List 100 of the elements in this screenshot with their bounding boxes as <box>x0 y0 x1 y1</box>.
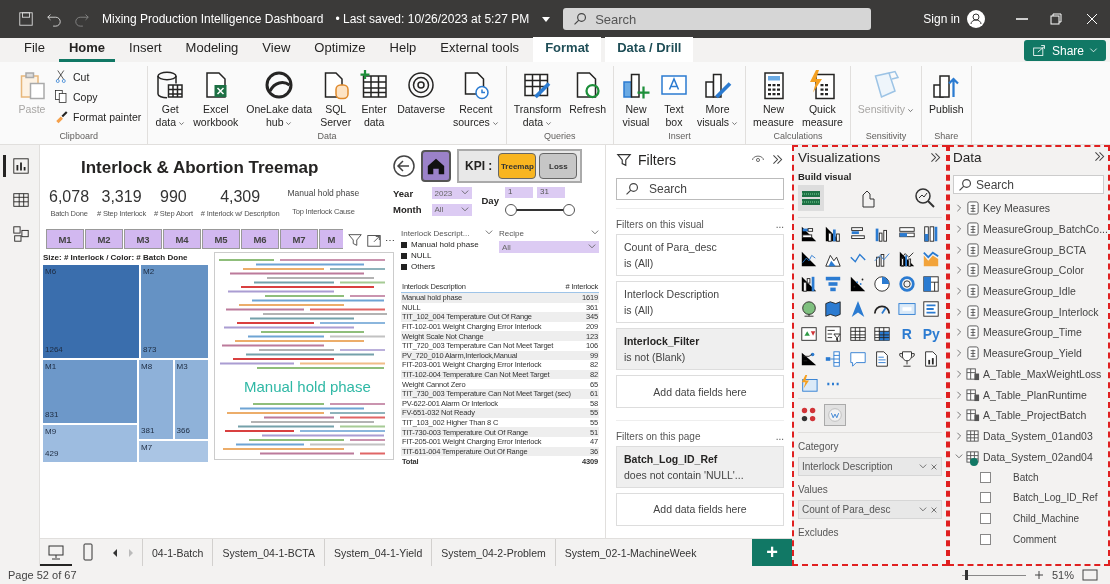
home-button[interactable] <box>421 150 451 182</box>
range-slider[interactable] <box>504 204 575 216</box>
treemap-tile[interactable]: M8 381 <box>139 360 173 439</box>
copy-button[interactable]: Copy <box>52 88 144 105</box>
field-pill[interactable]: Interlock Description <box>798 457 942 476</box>
filter-card[interactable]: Count of Para_desc is (All) <box>616 234 784 276</box>
matrix-button[interactable] <box>872 324 893 344</box>
checkbox[interactable] <box>980 471 991 483</box>
filter-card[interactable]: Interlock_Filter is not (Blank) <box>616 328 784 370</box>
recipe-dropdown[interactable]: All <box>499 241 599 253</box>
ribbon-tab[interactable]: Insert <box>119 37 172 62</box>
ribbon-tab[interactable]: Data / Drill <box>605 37 694 62</box>
drop-zone[interactable]: Add data fields here <box>616 375 784 408</box>
switch-option[interactable]: Treemap <box>498 153 537 179</box>
more-options[interactable]: ⋯ <box>385 234 395 246</box>
day-from-field[interactable]: 1 <box>504 187 533 198</box>
year-dropdown[interactable]: 2023 <box>431 187 472 200</box>
treemap-tile[interactable]: M7 <box>139 441 208 462</box>
table-tree-item[interactable]: MeasureGroup_Color <box>953 260 1106 281</box>
ribbon-tab[interactable]: File <box>14 37 55 62</box>
table-tree-item[interactable]: A_Table_PlanRuntime <box>953 384 1106 405</box>
table-tree-item[interactable]: MeasureGroup_BCTA <box>953 239 1106 261</box>
ribbon-tab[interactable]: Modeling <box>175 37 249 62</box>
donut-chart-button[interactable] <box>896 274 917 294</box>
more-options[interactable]: ... <box>775 219 784 230</box>
text-box-button[interactable]: Text box <box>656 66 692 131</box>
table-pencil-button[interactable]: Transform data <box>510 66 565 131</box>
machine-button[interactable]: M4 <box>163 229 201 249</box>
day-to-field[interactable]: 31 <box>536 187 565 198</box>
search-field[interactable]: Search <box>616 178 784 200</box>
table-tree-item[interactable]: Data_System_02and04 <box>953 446 1106 467</box>
search-field[interactable]: Search <box>563 8 872 30</box>
share-button[interactable]: Share <box>1023 40 1106 61</box>
database-button[interactable]: Get data <box>152 66 189 131</box>
table-tree-item[interactable]: MeasureGroup_BatchCo... <box>953 218 1106 240</box>
visual-type-button[interactable]: ⋯ <box>823 374 844 394</box>
machine-button[interactable]: M1 <box>46 229 84 249</box>
ribbon-tab[interactable]: Optimize <box>304 37 376 62</box>
trophy-button[interactable] <box>896 349 917 369</box>
document-clock-button[interactable]: Recent sources <box>450 66 502 131</box>
pie-chart-button[interactable] <box>872 274 893 294</box>
month-dropdown[interactable]: All <box>431 203 472 216</box>
machine-button[interactable]: M6 <box>241 229 279 249</box>
table-button[interactable] <box>847 324 868 344</box>
multi-row-card-button[interactable] <box>921 299 942 319</box>
ribbon-tab[interactable]: Help <box>379 37 427 62</box>
checkbox[interactable] <box>980 492 991 504</box>
switch-option[interactable]: Loss <box>539 153 578 179</box>
table-tree-item[interactable]: Data_System_01and03 <box>953 425 1106 447</box>
table-tree-item[interactable]: A_Table_MaxWeightLoss <box>953 363 1106 385</box>
database-document-button[interactable]: SQL Server <box>317 66 355 131</box>
table-tree-item[interactable]: MeasureGroup_Interlock <box>953 301 1106 323</box>
checkbox[interactable] <box>980 513 991 525</box>
ring-button[interactable]: OneLake data hub <box>243 66 316 131</box>
paintbrush-button[interactable]: Format painter <box>52 108 144 125</box>
machine-button[interactable]: M7 <box>280 229 318 249</box>
field-name[interactable]: Comment <box>1013 533 1057 545</box>
slicer-button[interactable] <box>823 324 844 344</box>
upload-button[interactable]: Publish <box>926 66 967 131</box>
field-name[interactable]: Child_Machine <box>1013 513 1080 525</box>
calculator-button[interactable]: New measure <box>750 66 797 131</box>
treemap-tile[interactable]: M9 429 <box>43 425 137 462</box>
calculator-lightning-button[interactable]: Quick measure <box>798 66 846 131</box>
scissors-button[interactable]: Cut <box>52 68 144 85</box>
ribbon-tab[interactable]: External tools <box>430 37 530 62</box>
add-page-button[interactable]: + <box>752 539 792 566</box>
treemap-button[interactable] <box>921 274 942 294</box>
treemap-tile[interactable]: M1 831 <box>43 360 137 423</box>
checkbox[interactable] <box>980 533 991 545</box>
ribbon-chart-button[interactable] <box>921 249 942 269</box>
ribbon-tab[interactable]: View <box>252 37 301 62</box>
machine-button[interactable]: M2 <box>85 229 123 249</box>
visual-type-button[interactable]: R <box>896 324 917 344</box>
filter-card[interactable]: Interlock Description is (All) <box>616 281 784 323</box>
bar-chart-plus-button[interactable]: New visual <box>618 66 654 131</box>
machine-button[interactable]: M3 <box>124 229 162 249</box>
table-tree-item[interactable]: MeasureGroup_Time <box>953 322 1106 343</box>
table-plus-button[interactable]: Enter data <box>356 66 393 131</box>
chart-pencil-button[interactable]: More visuals <box>694 66 742 131</box>
spreadsheet-button[interactable]: Excel workbook <box>190 66 242 131</box>
document-refresh-button[interactable]: Refresh <box>566 66 609 131</box>
table-tree-item[interactable]: MeasureGroup_Yield <box>953 342 1106 364</box>
treemap-tile[interactable]: M3 366 <box>174 360 208 439</box>
more-options[interactable]: ... <box>775 431 784 442</box>
table-tree-item[interactable]: A_Table_ProjectBatch <box>953 404 1106 426</box>
machine-button[interactable]: M <box>319 229 343 249</box>
filter-card[interactable]: Batch_Log_ID_Ref does not contain 'NULL'... <box>616 446 784 488</box>
machine-button[interactable]: M5 <box>202 229 240 249</box>
filled-map-button[interactable] <box>823 299 844 319</box>
visual-type-button[interactable]: Py <box>921 324 942 344</box>
table-tree-item[interactable]: MeasureGroup_Idle <box>953 280 1106 302</box>
field-name[interactable]: Batch <box>1013 471 1039 483</box>
drop-zone[interactable]: Add data fields here <box>616 493 784 526</box>
table-tree-item[interactable]: Key Measures <box>953 198 1106 219</box>
swirl-button[interactable]: Dataverse <box>394 66 448 131</box>
kpi-button[interactable] <box>798 324 819 344</box>
field-pill[interactable]: Count of Para_desc <box>798 500 942 519</box>
field-name[interactable]: Batch_Log_ID_Ref <box>1013 492 1098 504</box>
sign-in-button[interactable]: Sign in <box>923 9 986 29</box>
search-field[interactable]: Search <box>953 175 1104 194</box>
